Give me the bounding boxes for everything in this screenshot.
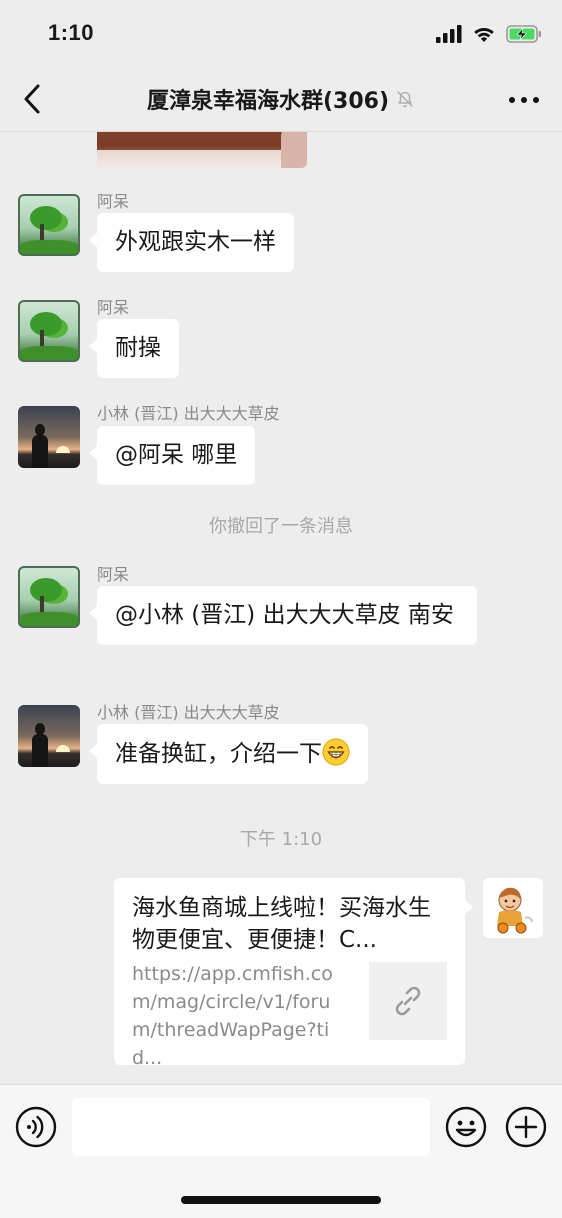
message-bubble[interactable]: @阿呆 哪里 — [88, 426, 256, 485]
link-card-title: 海水鱼商城上线啦！买海水生物更便宜、更便捷！C... — [132, 895, 431, 953]
status-bar: 1:10 — [0, 0, 562, 66]
sender-name: 阿呆 — [97, 298, 130, 317]
link-card-thumbnail — [369, 962, 447, 1040]
sender-name: 小林 (晋江) 出大大大草皮 — [97, 404, 280, 423]
sender-name: 阿呆 — [97, 192, 130, 211]
self-avatar[interactable] — [483, 878, 543, 938]
message-bubble[interactable]: 准备换缸，介绍一下 — [89, 724, 368, 784]
avatar[interactable] — [18, 300, 80, 362]
cartoon-avatar-icon — [483, 878, 543, 938]
battery-charging-icon — [506, 25, 541, 43]
sender-name: 小林 (晋江) 出大大大草皮 — [97, 703, 280, 722]
chat-title: 厦漳泉幸福海水群(306) — [146, 89, 390, 114]
voice-input-button[interactable] — [15, 1106, 57, 1148]
mute-bell-icon — [397, 91, 413, 108]
grin-emoji-icon — [322, 738, 350, 766]
message-bubble[interactable]: 耐操 — [89, 319, 179, 378]
message-bubble[interactable]: 外观跟实木一样 — [89, 213, 294, 272]
message-text-input[interactable] — [72, 1098, 430, 1156]
status-time: 1:10 — [48, 20, 95, 45]
link-icon — [395, 986, 421, 1016]
avatar[interactable] — [18, 406, 80, 468]
system-message-recalled: 你撤回了一条消息 — [209, 516, 353, 537]
link-card-message[interactable]: 海水鱼商城上线啦！买海水生物更便宜、更便捷！C... https://app.c… — [114, 878, 473, 1069]
avatar[interactable] — [18, 194, 80, 256]
timestamp: 下午 1:10 — [239, 829, 323, 850]
home-indicator[interactable] — [181, 1196, 381, 1204]
emoji-button[interactable] — [445, 1106, 487, 1148]
more-options-button[interactable] — [508, 88, 540, 112]
avatar[interactable] — [18, 705, 80, 767]
avatar[interactable] — [18, 566, 80, 628]
more-functions-plus-button[interactable] — [505, 1106, 547, 1148]
sender-name: 阿呆 — [97, 565, 130, 584]
chat-message-list[interactable]: 阿呆 外观跟实木一样 阿呆 耐操 小林 (晋江) 出大大大草皮 @阿呆 哪里 你… — [0, 132, 562, 1084]
message-bubble[interactable]: @小林 (晋江) 出大大大草皮 南安 — [89, 586, 477, 645]
back-button[interactable] — [18, 82, 50, 116]
message-text: 准备换缸，介绍一下 — [115, 741, 322, 767]
nav-bar: 厦漳泉幸福海水群(306) — [0, 66, 562, 132]
cellular-signal-icon — [436, 25, 462, 43]
image-message-partial[interactable] — [97, 132, 307, 168]
link-card-url: https://app.cmfish.com/mag/circle/v1/for… — [132, 963, 333, 1069]
chat-title-group: 厦漳泉幸福海水群(306) — [70, 84, 492, 114]
wifi-icon — [474, 27, 494, 42]
status-icons — [436, 22, 542, 46]
